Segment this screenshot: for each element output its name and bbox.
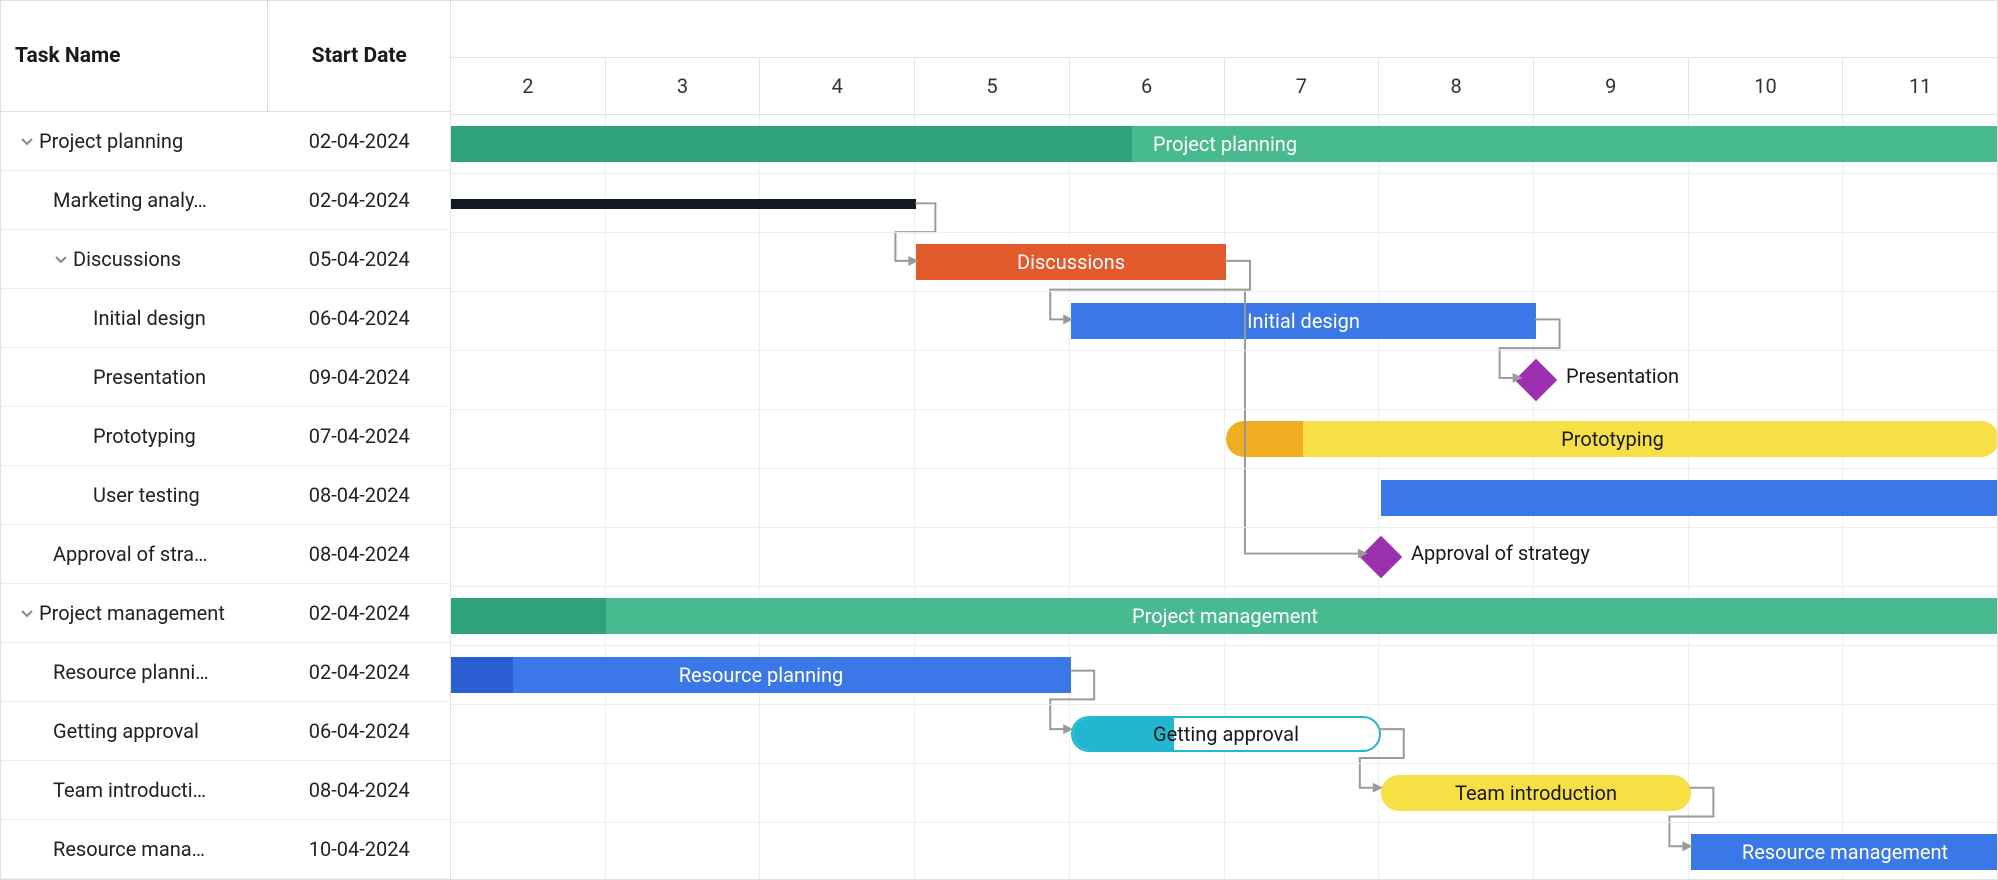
timeline-day: 2 bbox=[451, 58, 606, 114]
bar-label: Resource planning bbox=[679, 663, 844, 687]
bar-label: Project management bbox=[1132, 604, 1318, 628]
task-cell: Presentation bbox=[1, 348, 269, 406]
grid-body: Project planning02-04-2024Marketing anal… bbox=[1, 112, 450, 879]
task-cell: Getting approval bbox=[1, 702, 268, 760]
start-date-cell: 02-04-2024 bbox=[268, 171, 450, 229]
task-cell: Initial design bbox=[1, 289, 269, 347]
start-date-cell: 07-04-2024 bbox=[269, 407, 450, 465]
start-date-cell: 06-04-2024 bbox=[268, 702, 450, 760]
task-cell: Project management bbox=[1, 584, 268, 642]
table-row[interactable]: Getting approval 06-04-2024 bbox=[1, 702, 450, 761]
timeline-day: 3 bbox=[606, 58, 761, 114]
task-cell: Project planning bbox=[1, 112, 268, 170]
task-name: User testing bbox=[93, 483, 200, 507]
task-name: Initial design bbox=[93, 306, 206, 330]
column-header-date[interactable]: Start Date bbox=[268, 1, 450, 111]
task-name: Project planning bbox=[39, 129, 183, 153]
grid-panel: Task Name Start Date Project planning 02-… bbox=[1, 1, 451, 879]
task-cell: Team introducti… bbox=[1, 761, 268, 819]
task-cell: Resource planni… bbox=[1, 643, 268, 701]
bar-label: Initial design bbox=[1247, 309, 1360, 333]
task-name: Resource mana… bbox=[53, 837, 205, 861]
task-name: Marketing analy… bbox=[53, 188, 207, 212]
timeline-day: 5 bbox=[915, 58, 1070, 114]
chevron-down-icon[interactable] bbox=[19, 605, 35, 621]
bar-label: Prototyping bbox=[1561, 427, 1664, 451]
task-cell: User testing bbox=[1, 466, 269, 524]
table-row[interactable]: Resource mana… 10-04-2024 bbox=[1, 820, 450, 879]
bar-label: Team introduction bbox=[1455, 781, 1617, 805]
start-date-cell: 08-04-2024 bbox=[269, 466, 450, 524]
timeline-day: 7 bbox=[1225, 58, 1380, 114]
timeline-day: 10 bbox=[1689, 58, 1844, 114]
table-row[interactable]: Presentation 09-04-2024 bbox=[1, 348, 450, 407]
table-row[interactable]: Project management 02-04-2024 bbox=[1, 584, 450, 643]
table-row[interactable]: Marketing analy… 02-04-2024 bbox=[1, 171, 450, 230]
task-name: Getting approval bbox=[53, 719, 199, 743]
start-date-cell: 02-04-2024 bbox=[268, 112, 450, 170]
timeline-header-days: 234567891011 bbox=[451, 58, 1997, 114]
table-row[interactable]: Project planning 02-04-2024 bbox=[1, 112, 450, 171]
table-row[interactable]: User testing 08-04-2024 bbox=[1, 466, 450, 525]
start-date-cell: 05-04-2024 bbox=[268, 230, 450, 288]
timeline-row bbox=[451, 174, 1997, 233]
timeline-row bbox=[451, 410, 1997, 469]
timeline-day: 8 bbox=[1379, 58, 1534, 114]
timeline-row bbox=[451, 233, 1997, 292]
task-cell: Prototyping bbox=[1, 407, 269, 465]
chevron-down-icon[interactable] bbox=[19, 133, 35, 149]
timeline-day: 11 bbox=[1843, 58, 1997, 114]
timeline-body[interactable]: Project planning Discussions Initial des… bbox=[451, 115, 1997, 879]
timeline-day: 4 bbox=[760, 58, 915, 114]
timeline-row bbox=[451, 764, 1997, 823]
task-name: Project management bbox=[39, 601, 225, 625]
timeline-day: 6 bbox=[1070, 58, 1225, 114]
timeline-row bbox=[451, 292, 1997, 351]
bar-label: Project planning bbox=[1153, 132, 1297, 156]
gantt-container: Task Name Start Date Project planning 02-… bbox=[0, 0, 1998, 880]
table-row[interactable]: Discussions 05-04-2024 bbox=[1, 230, 450, 289]
task-name: Presentation bbox=[93, 365, 206, 389]
timeline-panel: 234567891011 Project planning Discussion… bbox=[451, 1, 1997, 879]
task-name: Team introducti… bbox=[53, 778, 206, 802]
task-cell: Approval of stra… bbox=[1, 525, 268, 583]
start-date-cell: 09-04-2024 bbox=[269, 348, 450, 406]
bar-label: Discussions bbox=[1017, 250, 1125, 274]
start-date-cell: 06-04-2024 bbox=[269, 289, 450, 347]
table-row[interactable]: Team introducti… 08-04-2024 bbox=[1, 761, 450, 820]
column-header-task[interactable]: Task Name bbox=[1, 1, 268, 111]
table-row[interactable]: Prototyping 07-04-2024 bbox=[1, 407, 450, 466]
column-header-date-label: Start Date bbox=[312, 44, 407, 68]
table-row[interactable]: Initial design 06-04-2024 bbox=[1, 289, 450, 348]
timeline-header: 234567891011 bbox=[451, 1, 1997, 115]
timeline-row bbox=[451, 528, 1997, 587]
start-date-cell: 02-04-2024 bbox=[268, 643, 450, 701]
start-date-cell: 08-04-2024 bbox=[268, 525, 450, 583]
grid-header: Task Name Start Date bbox=[1, 1, 450, 112]
bar-label: Getting approval bbox=[1153, 722, 1299, 746]
table-row[interactable]: Resource planni… 02-04-2024 bbox=[1, 643, 450, 702]
start-date-cell: 08-04-2024 bbox=[268, 761, 450, 819]
start-date-cell: 02-04-2024 bbox=[268, 584, 450, 642]
table-row[interactable]: Approval of stra… 08-04-2024 bbox=[1, 525, 450, 584]
chevron-down-icon[interactable] bbox=[53, 251, 69, 267]
start-date-cell: 10-04-2024 bbox=[268, 820, 450, 878]
bar-label: Resource management bbox=[1742, 840, 1948, 864]
task-cell: Marketing analy… bbox=[1, 171, 268, 229]
task-name: Prototyping bbox=[93, 424, 196, 448]
timeline-row bbox=[451, 469, 1997, 528]
task-cell: Discussions bbox=[1, 230, 268, 288]
timeline-row bbox=[451, 351, 1997, 410]
timeline-day: 9 bbox=[1534, 58, 1689, 114]
task-name: Approval of stra… bbox=[53, 542, 207, 566]
timeline-header-top bbox=[451, 1, 1997, 58]
task-name: Resource planni… bbox=[53, 660, 209, 684]
column-header-task-label: Task Name bbox=[15, 44, 121, 68]
task-cell: Resource mana… bbox=[1, 820, 268, 878]
task-name: Discussions bbox=[73, 247, 181, 271]
